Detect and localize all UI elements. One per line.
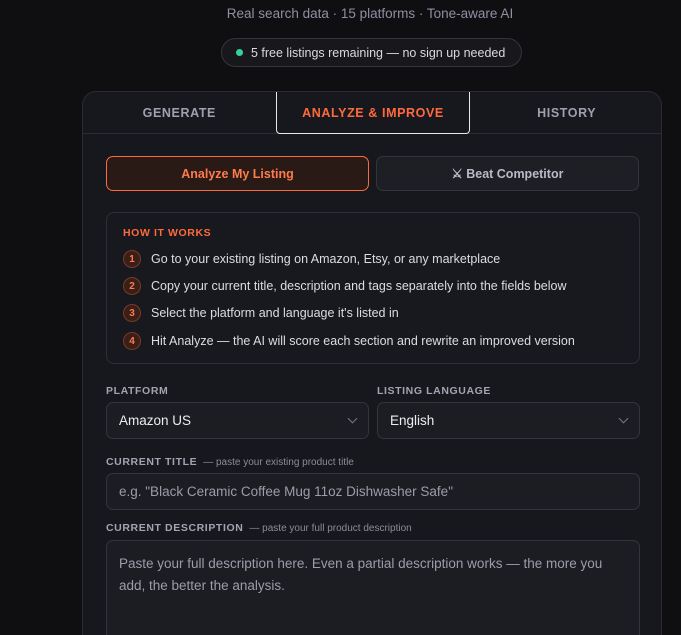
step-number-badge: 4 — [123, 332, 141, 350]
status-dot-icon — [236, 49, 243, 56]
current-description-textarea[interactable] — [106, 540, 640, 635]
how-step: 1 Go to your existing listing on Amazon,… — [123, 250, 500, 268]
analyze-my-listing-button[interactable]: Analyze My Listing — [106, 156, 369, 191]
free-listings-text: 5 free listings remaining — no sign up n… — [251, 45, 506, 60]
how-it-works-title: HOW IT WORKS — [123, 227, 212, 239]
page: Real search data · 15 platforms · Tone-a… — [0, 0, 681, 635]
beat-competitor-button[interactable]: ⚔ Beat Competitor — [376, 156, 639, 191]
tab-analyze-improve[interactable]: ANALYZE & IMPROVE — [275, 92, 471, 134]
current-description-hint: — paste your full product description — [249, 523, 412, 534]
chevron-down-icon — [347, 413, 358, 424]
listing-language-label: LISTING LANGUAGE — [377, 385, 492, 397]
header-subtitle: Real search data · 15 platforms · Tone-a… — [226, 6, 514, 21]
current-title-label-text: CURRENT TITLE — [106, 456, 198, 468]
current-title-label: CURRENT TITLE — paste your existing produ… — [106, 456, 354, 468]
current-title-hint: — paste your existing product title — [203, 457, 354, 468]
how-step: 2 Copy your current title, description a… — [123, 277, 567, 295]
platform-value: Amazon US — [119, 413, 192, 428]
platform-label: PLATFORM — [106, 385, 169, 397]
tab-generate[interactable]: GENERATE — [83, 92, 276, 133]
step-number-badge: 1 — [123, 250, 141, 268]
tab-bar: GENERATE ANALYZE & IMPROVE HISTORY — [83, 92, 661, 134]
free-listings-badge: 5 free listings remaining — no sign up n… — [221, 38, 522, 67]
how-step: 3 Select the platform and language it's … — [123, 304, 399, 322]
current-title-input[interactable] — [106, 473, 640, 510]
chevron-down-icon — [618, 413, 629, 424]
listing-language-select[interactable]: English — [377, 402, 640, 439]
current-description-label-text: CURRENT DESCRIPTION — [106, 522, 244, 534]
platform-select[interactable]: Amazon US — [106, 402, 369, 439]
how-step: 4 Hit Analyze — the AI will score each s… — [123, 332, 575, 350]
step-number-badge: 2 — [123, 277, 141, 295]
main-card: GENERATE ANALYZE & IMPROVE HISTORY Analy… — [82, 91, 662, 635]
language-value: English — [390, 413, 435, 428]
step-text: Hit Analyze — the AI will score each sec… — [151, 334, 575, 348]
how-it-works-panel: HOW IT WORKS 1 Go to your existing listi… — [106, 212, 640, 364]
step-text: Go to your existing listing on Amazon, E… — [151, 252, 501, 266]
step-text: Copy your current title, description and… — [151, 279, 567, 293]
tab-history[interactable]: HISTORY — [470, 92, 661, 133]
step-number-badge: 3 — [123, 304, 141, 322]
current-description-label: CURRENT DESCRIPTION — paste your full pro… — [106, 522, 412, 534]
step-text: Select the platform and language it's li… — [151, 306, 399, 320]
